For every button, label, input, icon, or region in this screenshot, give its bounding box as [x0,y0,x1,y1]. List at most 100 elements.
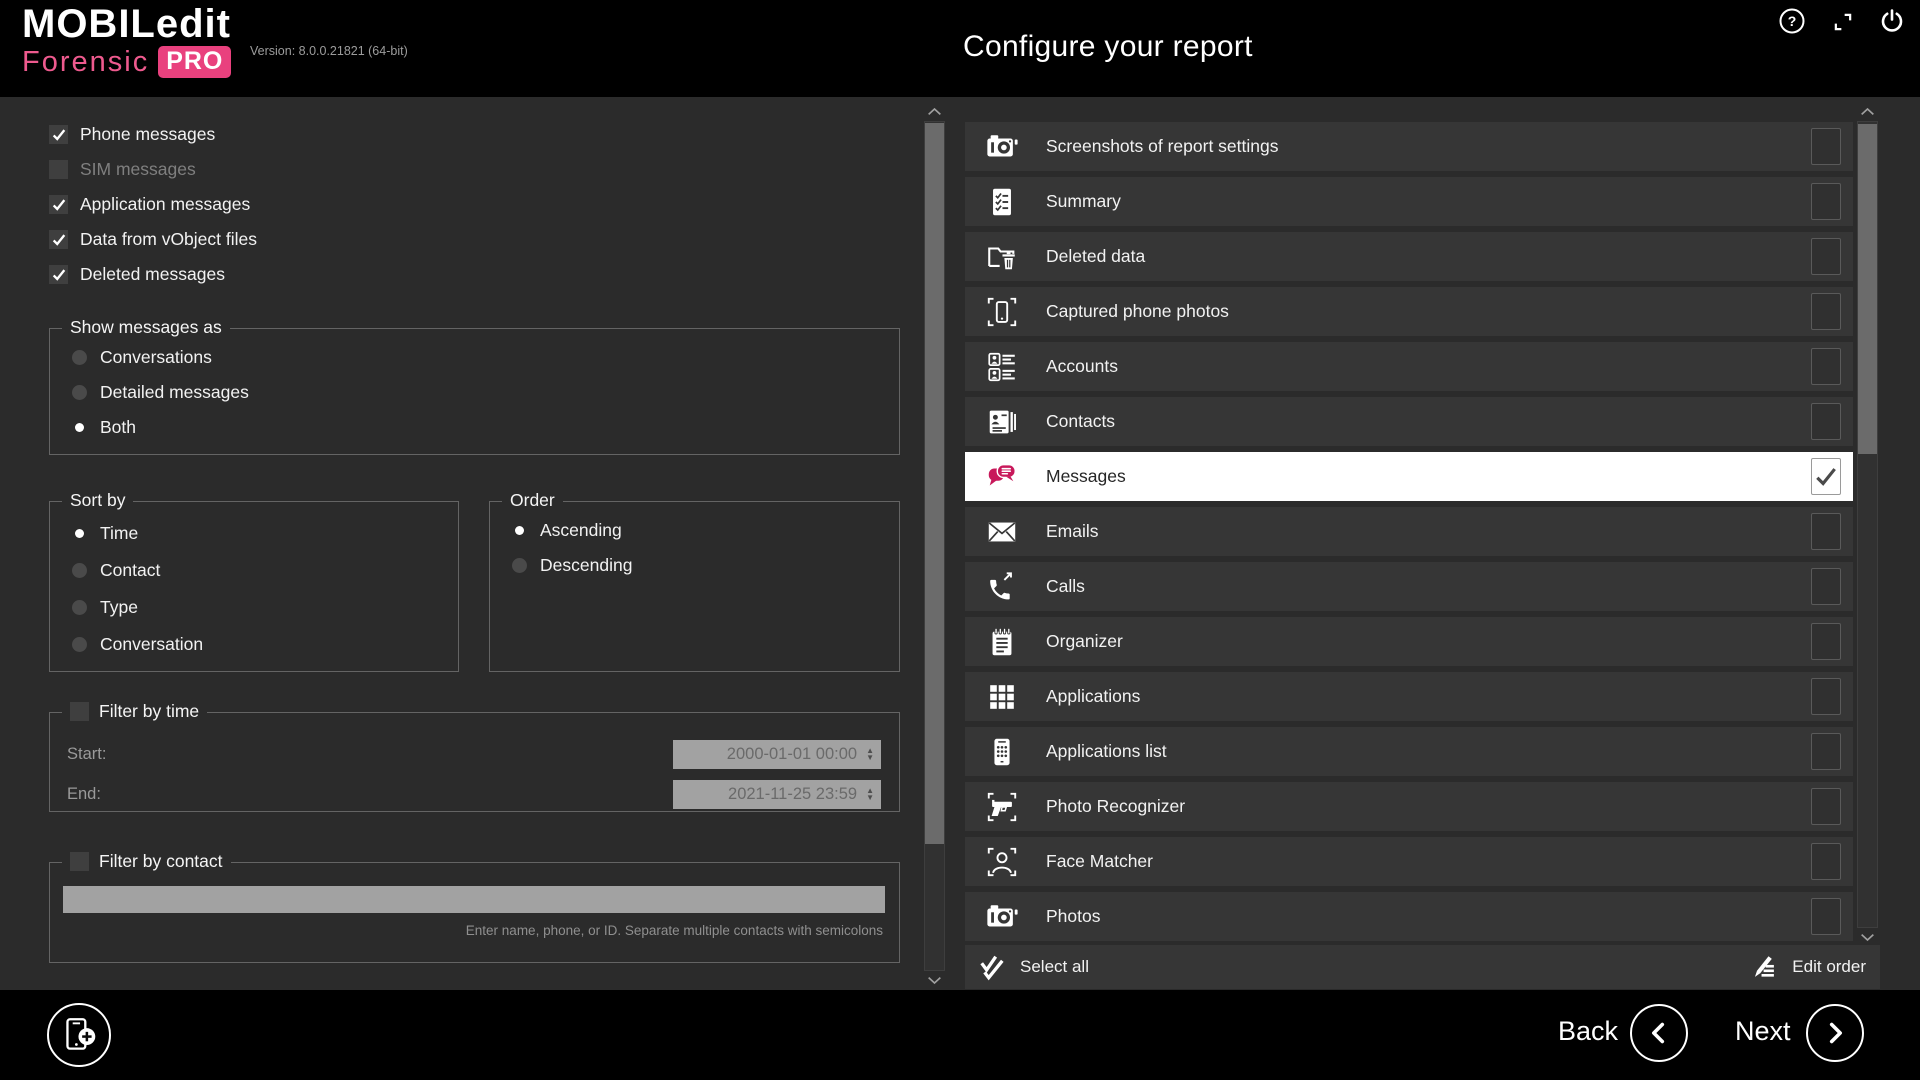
radio-label: Type [100,597,138,618]
message-type-row-data-from-vobject-files: Data from vObject files [49,222,257,257]
filter-by-contact-checkbox[interactable] [70,852,89,871]
unchecked-checkbox[interactable] [1811,293,1841,330]
unchecked-checkbox[interactable] [1811,128,1841,165]
scrollbar-thumb[interactable] [1858,124,1877,454]
show-messages-as-radio-detailed-messages[interactable] [72,385,87,400]
scrollbar-track[interactable] [1857,121,1878,928]
header: MOBILedit Forensic PRO Version: 8.0.0.21… [0,0,1920,97]
unchecked-checkbox[interactable] [1811,513,1841,550]
edit-order-label: Edit order [1792,957,1866,977]
select-all-button[interactable]: Select all [977,952,1089,982]
checked-checkbox[interactable] [49,125,68,144]
checked-checkbox[interactable] [49,195,68,214]
datetime-input-start[interactable]: 2000-01-01 00:00▲▼ [673,740,881,769]
scrollbar-track[interactable] [924,121,945,971]
restore-window-icon[interactable] [1832,11,1854,33]
unchecked-checkbox[interactable] [1811,843,1841,880]
time-field-row-start: Start:2000-01-01 00:00▲▼ [50,739,899,769]
edit-order-button[interactable]: Edit order [1749,952,1866,982]
section-row-screenshots-of-report-settings[interactable]: Screenshots of report settings [965,122,1853,171]
radio-label: Contact [100,560,160,581]
show-messages-as-radio-conversations[interactable] [72,350,87,365]
section-row-applications-list[interactable]: Applications list [965,727,1853,776]
checked-checkbox[interactable] [49,230,68,249]
checked-checkbox[interactable] [49,265,68,284]
spinner-arrows-icon[interactable]: ▲▼ [866,747,874,761]
sort-by-radio-contact[interactable] [72,563,87,578]
report-list-scrollbar[interactable] [1857,104,1878,945]
order-radio-descending[interactable] [512,558,527,573]
section-row-accounts[interactable]: Accounts [965,342,1853,391]
section-row-photo-recognizer[interactable]: Photo Recognizer [965,782,1853,831]
left-panel-scrollbar[interactable] [924,104,945,988]
filter-by-time-checkbox[interactable] [70,702,89,721]
unchecked-checkbox[interactable] [1811,623,1841,660]
scroll-up-icon[interactable] [924,104,945,119]
unchecked-checkbox[interactable] [1811,568,1841,605]
order-radio-ascending[interactable] [512,523,527,538]
message-type-row-phone-messages: Phone messages [49,117,257,152]
sort-by-option-time: Time [72,515,458,552]
back-label[interactable]: Back [1558,1016,1618,1047]
unchecked-checkbox[interactable] [1811,788,1841,825]
filter-by-time-group: Filter by time Start:2000-01-01 00:00▲▼E… [49,712,900,812]
next-label[interactable]: Next [1735,1016,1791,1047]
sort-by-radio-time[interactable] [72,526,87,541]
time-field-label: End: [67,785,101,804]
list-footer-bar: Select all Edit order [965,945,1880,989]
unchecked-checkbox[interactable] [1811,183,1841,220]
power-icon[interactable] [1878,7,1906,35]
section-row-organizer[interactable]: Organizer [965,617,1853,666]
checked-checkbox[interactable] [1811,458,1841,495]
show-messages-as-radio-both[interactable] [72,420,87,435]
section-row-emails[interactable]: Emails [965,507,1853,556]
sort-by-radio-type[interactable] [72,600,87,615]
next-button[interactable] [1806,1004,1864,1062]
contacts-icon [983,403,1021,441]
datetime-input-end[interactable]: 2021-11-25 23:59▲▼ [673,780,881,809]
section-label: Summary [1046,191,1121,212]
unchecked-checkbox[interactable] [1811,348,1841,385]
section-row-photos[interactable]: Photos [965,892,1853,941]
section-label: Organizer [1046,631,1123,652]
section-row-face-matcher[interactable]: Face Matcher [965,837,1853,886]
contact-filter-input[interactable] [63,886,885,913]
section-row-contacts[interactable]: Contacts [965,397,1853,446]
sort-by-radio-conversation[interactable] [72,637,87,652]
scroll-down-icon[interactable] [924,973,945,988]
message-type-row-sim-messages: SIM messages [49,152,257,187]
filter-by-contact-legend: Filter by contact [62,851,231,872]
select-all-label: Select all [1020,957,1089,977]
scroll-up-icon[interactable] [1857,104,1878,119]
logo-mobiledit-text: MOBILedit [22,4,231,44]
unchecked-checkbox[interactable] [1811,678,1841,715]
section-row-calls[interactable]: Calls [965,562,1853,611]
scrollbar-thumb[interactable] [925,123,944,844]
back-button[interactable] [1630,1004,1688,1062]
captured-phone-icon [983,293,1021,331]
section-row-captured-phone-photos[interactable]: Captured phone photos [965,287,1853,336]
unchecked-checkbox[interactable] [1811,898,1841,935]
unchecked-checkbox[interactable] [1811,403,1841,440]
section-row-summary[interactable]: Summary [965,177,1853,226]
section-row-applications[interactable]: Applications [965,672,1853,721]
section-row-deleted-data[interactable]: Deleted data [965,232,1853,281]
section-label: Face Matcher [1046,851,1153,872]
order-option-descending: Descending [512,548,899,583]
show-messages-as-options: ConversationsDetailed messagesBoth [72,340,899,445]
filter-by-time-legend: Filter by time [62,701,207,722]
app-window: MOBILedit Forensic PRO Version: 8.0.0.21… [0,0,1920,1080]
logo-second-line: Forensic PRO [22,46,231,78]
section-label: Applications [1046,686,1140,707]
unchecked-checkbox[interactable] [49,160,68,179]
face-matcher-icon [983,843,1021,881]
unchecked-checkbox[interactable] [1811,238,1841,275]
unchecked-checkbox[interactable] [1811,733,1841,770]
radio-label: Ascending [540,520,622,541]
scroll-down-icon[interactable] [1857,930,1878,945]
spinner-arrows-icon[interactable]: ▲▼ [866,787,874,801]
section-row-messages[interactable]: Messages [965,452,1853,501]
help-icon[interactable]: ? [1778,7,1806,35]
organizer-icon [983,623,1021,661]
add-phone-button[interactable] [47,1003,111,1067]
